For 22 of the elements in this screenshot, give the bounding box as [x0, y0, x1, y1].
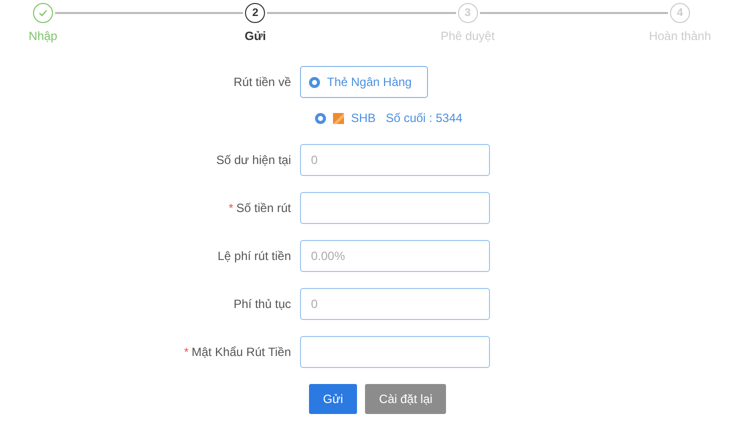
field-label: * Số tiền rút [228, 201, 292, 215]
step-label: Nhập [28, 29, 58, 43]
input-field[interactable]: 0 [300, 288, 490, 320]
field-label: Số dư hiện tại [215, 153, 292, 167]
radio-button[interactable] [315, 112, 326, 124]
submit-button[interactable]: Gửi [309, 384, 358, 414]
step-number: 2 [252, 7, 258, 19]
input-field[interactable]: 0 [300, 144, 490, 176]
field-label: Lệ phí rút tiền [216, 249, 292, 263]
check-icon [38, 8, 48, 18]
step-label: Gửi [244, 29, 266, 43]
bank-name: SHB [351, 111, 376, 125]
input-field[interactable]: 0.00% [300, 240, 490, 272]
input-field[interactable] [300, 336, 490, 368]
field-label: Rút tiền về [232, 75, 292, 89]
bank-logo-icon [333, 112, 344, 124]
radio-option[interactable]: Thẻ Ngân Hàng [300, 66, 428, 98]
field-label: Phí thủ tục [232, 297, 292, 311]
input-field[interactable] [300, 192, 490, 224]
reset-button[interactable]: Cài đặt lại [365, 384, 446, 414]
field-label: * Mật Khẩu Rút Tiền [182, 345, 292, 359]
account-number: Số cuối : 5344 [386, 111, 462, 125]
